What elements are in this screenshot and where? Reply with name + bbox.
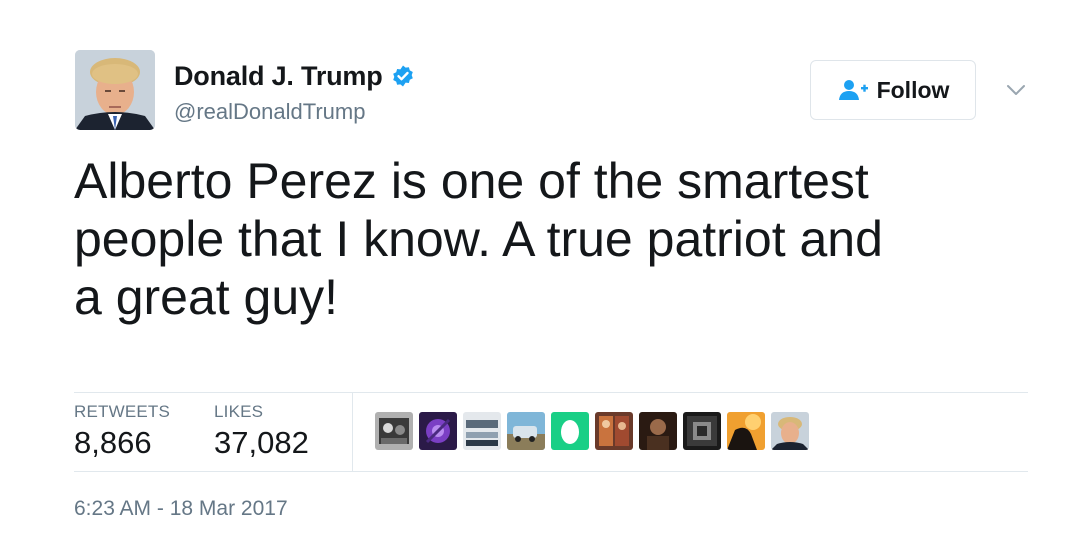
liker-avatar[interactable] <box>375 412 413 450</box>
retweets-stat[interactable]: RETWEETS 8,866 <box>74 402 170 461</box>
liker-avatar[interactable] <box>463 412 501 450</box>
follow-button[interactable]: Follow <box>810 60 976 120</box>
retweets-label: RETWEETS <box>74 402 171 421</box>
liker-avatar[interactable] <box>727 412 765 450</box>
likes-count: 37,082 <box>214 425 309 460</box>
liker-avatar[interactable] <box>639 412 677 450</box>
likes-label: LIKES <box>214 402 264 421</box>
follow-label: Follow <box>876 76 950 103</box>
liker-avatar[interactable] <box>595 412 633 450</box>
likes-stat[interactable]: LIKES 37,082 <box>214 402 309 461</box>
author-handle[interactable]: @realDonaldTrump <box>174 99 365 125</box>
follow-user-icon <box>838 80 868 100</box>
liker-avatar[interactable] <box>507 412 545 450</box>
liker-avatar[interactable] <box>683 412 721 450</box>
liker-avatar[interactable] <box>551 412 589 450</box>
stats-separator <box>352 393 353 471</box>
retweets-count: 8,866 <box>74 425 152 460</box>
chevron-down-icon[interactable] <box>1004 82 1028 98</box>
tweet-timestamp[interactable]: 6:23 AM - 18 Mar 2017 <box>74 497 288 521</box>
divider <box>74 471 1028 472</box>
author-name[interactable]: Donald J. Trump <box>174 61 383 92</box>
liker-avatar[interactable] <box>771 412 809 450</box>
author-avatar[interactable] <box>75 50 155 130</box>
tweet-text: Alberto Perez is one of the smartest peo… <box>74 153 883 325</box>
liker-avatar[interactable] <box>419 412 457 450</box>
liker-avatars <box>375 412 809 450</box>
tweet-card: Donald J. Trump @realDonaldTrump Follow … <box>0 0 1076 542</box>
divider <box>74 392 1028 393</box>
verified-badge-icon <box>392 65 413 87</box>
author-name-row: Donald J. Trump <box>174 58 415 94</box>
